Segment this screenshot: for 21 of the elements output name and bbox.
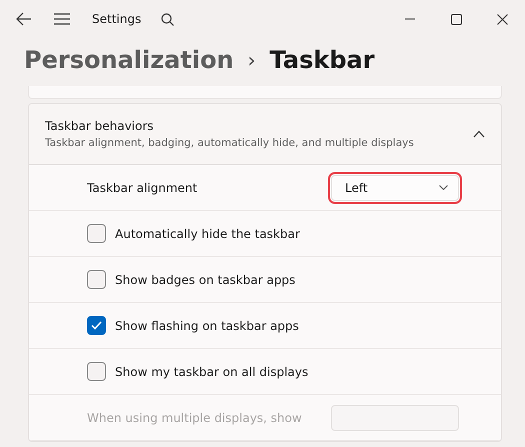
back-icon[interactable] — [16, 12, 32, 26]
close-icon — [496, 14, 508, 24]
checkbox[interactable] — [87, 224, 106, 243]
setting-label: When using multiple displays, show — [87, 410, 303, 424]
setting-label: Taskbar alignment — [87, 180, 198, 194]
search-icon[interactable] — [161, 12, 174, 26]
minimize-icon — [405, 18, 415, 20]
checkbox[interactable] — [87, 362, 106, 381]
breadcrumb-link[interactable]: Personalization — [24, 46, 234, 74]
menu-icon[interactable] — [54, 13, 70, 25]
caret-icon — [439, 185, 448, 190]
maximize-icon — [450, 14, 462, 24]
checkbox[interactable] — [87, 316, 106, 335]
checkbox[interactable] — [87, 270, 106, 289]
section-title: Taskbar behaviors — [45, 119, 155, 133]
breadcrumb-separator: › — [248, 48, 256, 72]
page-title: Taskbar — [270, 46, 375, 74]
section-subtitle: Taskbar alignment, badging, automatically hide, and multiple displays — [45, 137, 415, 149]
window-title: Settings — [92, 12, 142, 26]
chevron-icon[interactable] — [473, 130, 485, 138]
checkmark-icon — [91, 321, 102, 330]
